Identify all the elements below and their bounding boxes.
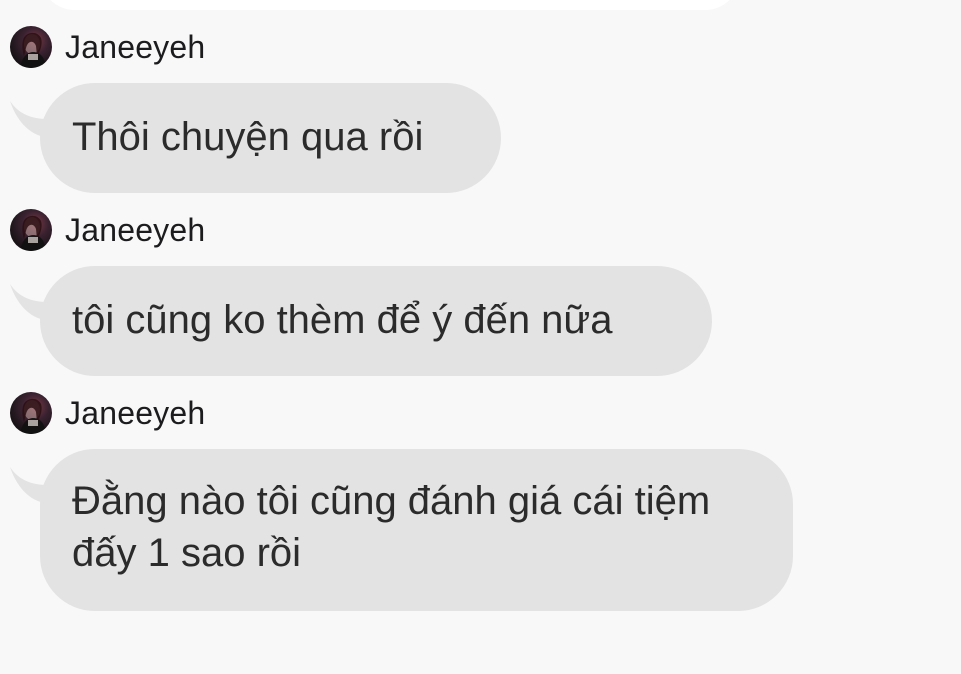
avatar-image-icon — [20, 398, 46, 434]
avatar[interactable] — [10, 26, 52, 68]
avatar[interactable] — [10, 392, 52, 434]
message-text: Đằng nào tôi cũng đánh giá cái tiệm đấy … — [72, 479, 711, 575]
message-bubble[interactable]: tôi cũng ko thèm để ý đến nữa — [40, 266, 712, 376]
sender-name[interactable]: Janeeyeh — [65, 395, 205, 432]
message-bubble[interactable]: Đằng nào tôi cũng đánh giá cái tiệm đấy … — [40, 449, 793, 611]
message-text: Thôi chuyện qua rồi — [72, 115, 424, 159]
avatar-image-icon — [20, 215, 46, 251]
sender-name[interactable]: Janeeyeh — [65, 29, 205, 66]
sender-row: Janeeyeh — [10, 392, 205, 434]
previous-message-bubble[interactable] — [40, 0, 740, 10]
sender-row: Janeeyeh — [10, 26, 205, 68]
avatar[interactable] — [10, 209, 52, 251]
message-text: tôi cũng ko thèm để ý đến nữa — [72, 298, 613, 342]
message-bubble[interactable]: Thôi chuyện qua rồi — [40, 83, 501, 193]
sender-name[interactable]: Janeeyeh — [65, 212, 205, 249]
sender-row: Janeeyeh — [10, 209, 205, 251]
chat-thread: Janeeyeh Thôi chuyện qua rồi Janeeyeh tô… — [0, 0, 961, 674]
avatar-image-icon — [20, 32, 46, 68]
